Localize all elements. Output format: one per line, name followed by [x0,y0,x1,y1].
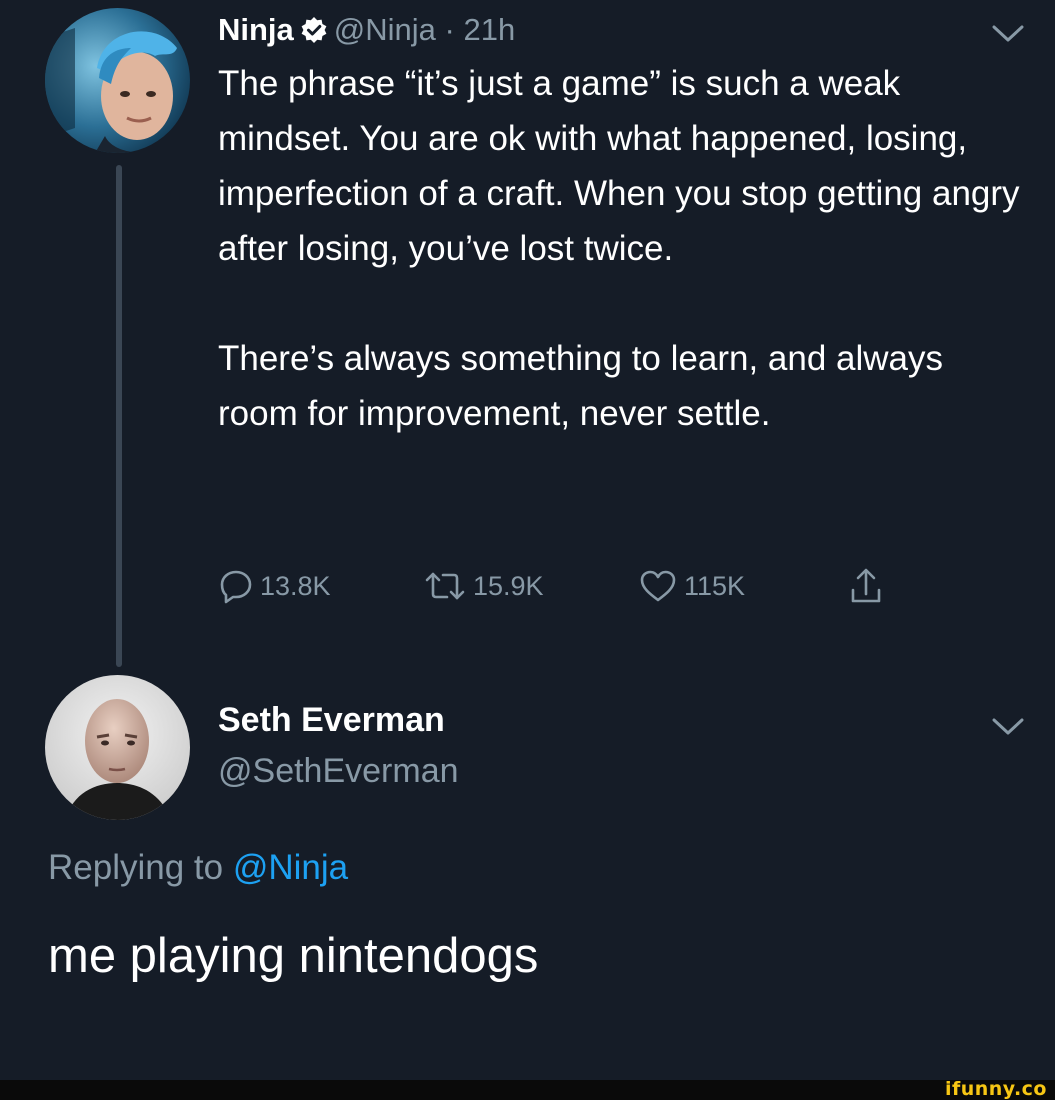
ninja-avatar-image [45,8,190,153]
seth-avatar[interactable] [45,675,190,820]
chevron-down-icon[interactable] [990,22,1026,46]
ninja-avatar[interactable] [45,8,190,153]
tweet-handle-and-time[interactable]: @Ninja · 21h [334,12,515,47]
tweet-paragraph: There’s always something to learn, and a… [218,339,944,433]
reply-author-handle[interactable]: @SethEverman [218,749,459,793]
reply-button[interactable]: 13.8K [218,566,331,606]
tweet-header: Ninja @Ninja · 21h [218,8,515,52]
tweet-body: The phrase “it’s just a game” is such a … [218,56,1028,441]
thread-connector-line [116,165,122,667]
footer-bar [0,1080,1055,1100]
replying-to-label: Replying to [48,848,224,887]
tweet-paragraph: The phrase “it’s just a game” is such a … [218,64,1020,268]
retweet-count: 15.9K [473,570,544,601]
seth-avatar-image [45,675,190,820]
heart-icon [640,570,676,602]
ifunny-watermark-logo: ifunny.co [944,1078,1047,1100]
like-button[interactable]: 115K [638,566,745,606]
like-count: 115K [684,570,746,601]
verified-badge-icon [301,17,327,43]
reply-body: me playing nintendogs [48,929,539,983]
retweet-button[interactable]: 15.9K [423,566,544,606]
share-button[interactable] [848,566,890,606]
replying-to-line: Replying to @Ninja [48,845,348,891]
retweet-icon [425,572,465,600]
replying-to-mention-link[interactable]: @Ninja [233,848,348,887]
reply-author-name[interactable]: Seth Everman [218,698,445,742]
tweet-author-name[interactable]: Ninja [218,12,294,47]
reply-bubble-icon [220,570,252,604]
chevron-down-icon[interactable] [990,715,1026,739]
share-icon [851,568,881,603]
reply-count: 13.8K [260,570,331,601]
